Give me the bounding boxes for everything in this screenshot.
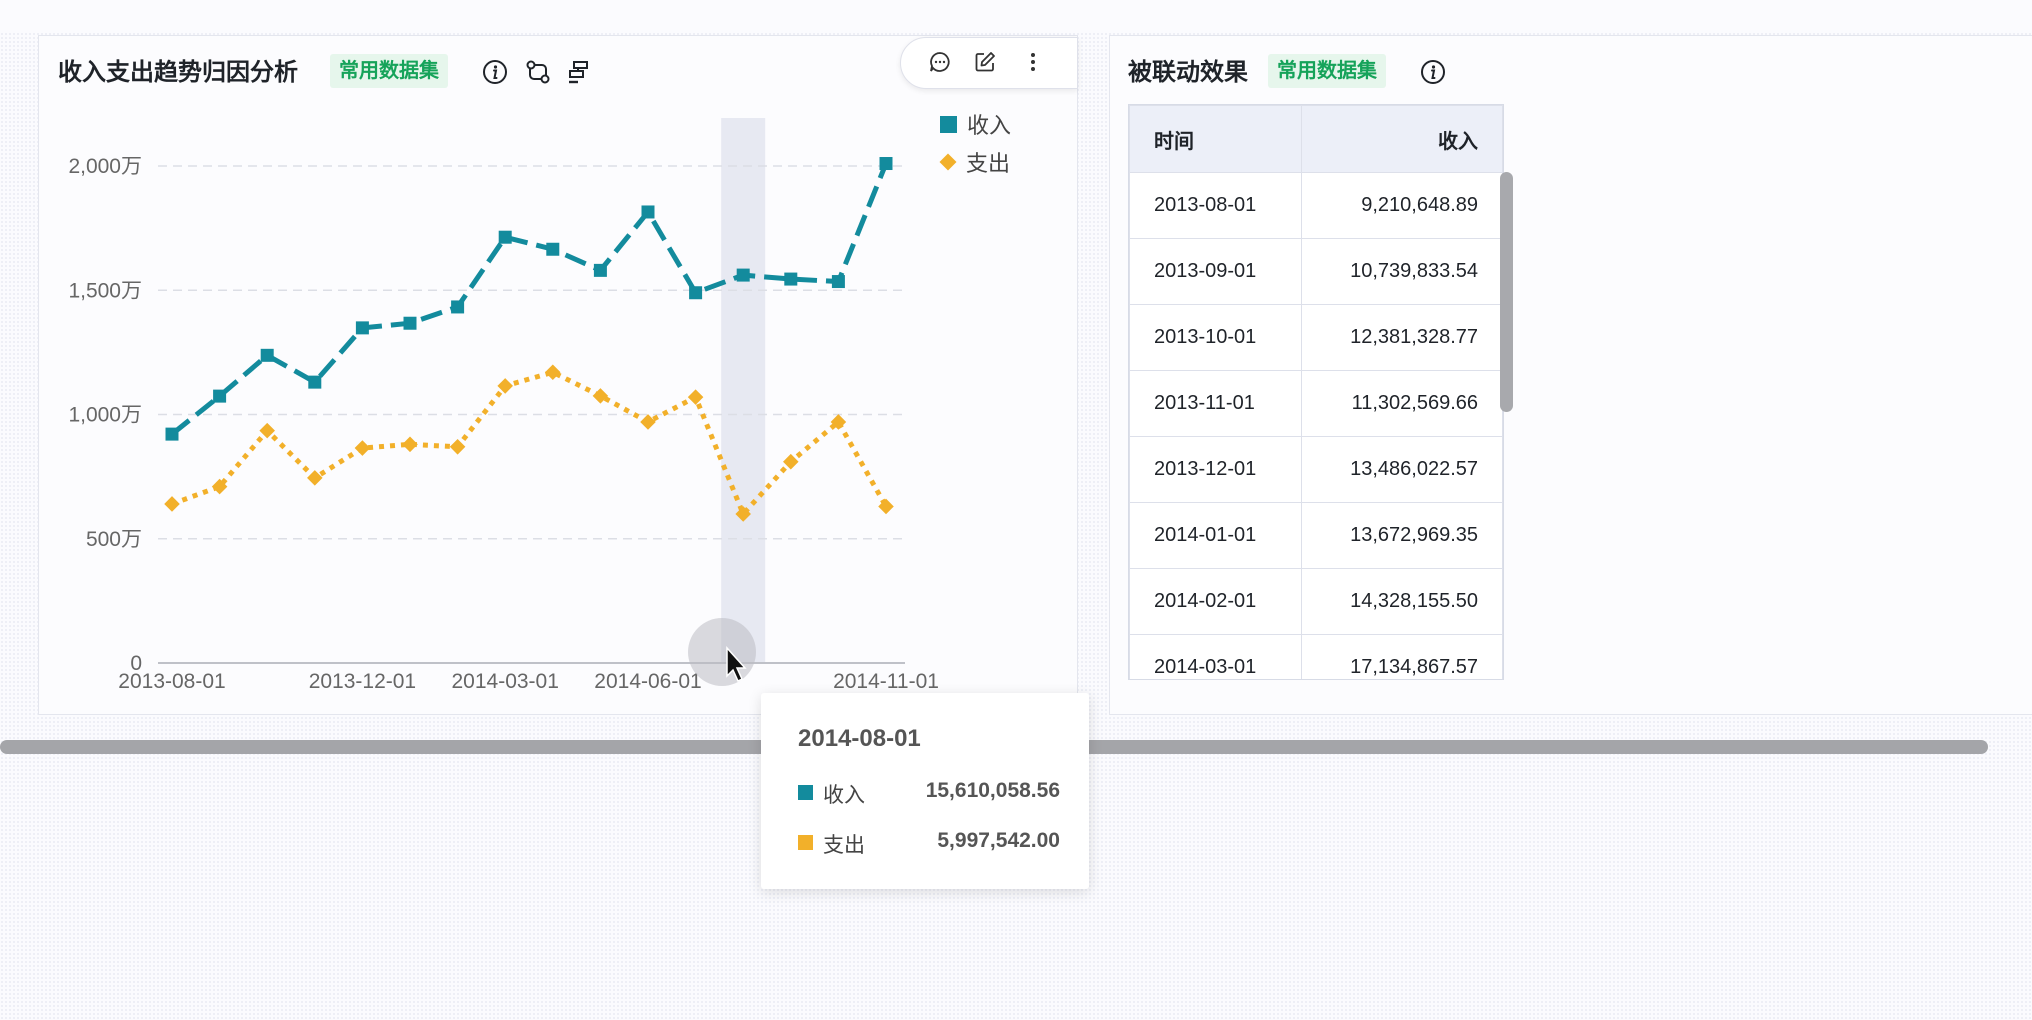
cell-time: 2014-02-01 [1129,568,1302,635]
cell-income: 10,739,833.54 [1301,238,1503,305]
table-row[interactable]: 2013-10-01 12,381,328.77 [1129,304,1503,371]
cell-income: 14,328,155.50 [1301,568,1503,635]
table-row[interactable]: 2014-03-01 17,134,867.57 [1129,634,1503,679]
table-header-row: 时间 收入 [1129,105,1503,173]
legend-label-income: 收入 [967,113,1012,138]
table-row[interactable]: 2014-01-01 13,672,969.35 [1129,502,1503,569]
legend-swatch-expense [939,153,957,171]
cell-time: 2013-08-01 [1129,172,1302,239]
column-header-time[interactable]: 时间 [1129,105,1302,173]
cell-income: 17,134,867.57 [1301,634,1503,679]
drill-icon[interactable] [564,57,594,87]
chart-card [38,35,1078,715]
comment-icon[interactable] [925,47,955,77]
cell-time: 2014-03-01 [1129,634,1302,679]
table-row[interactable]: 2013-12-01 13,486,022.57 [1129,436,1503,503]
cell-income: 13,672,969.35 [1301,502,1503,569]
tooltip-swatch-income [798,785,813,800]
cell-time: 2013-10-01 [1129,304,1302,371]
edit-icon[interactable] [970,47,1000,77]
tooltip-title: 2014-08-01 [798,725,921,752]
cell-time: 2013-11-01 [1129,370,1302,437]
legend-item-income[interactable]: 收入 [940,108,1011,140]
cell-time: 2013-12-01 [1129,436,1302,503]
cell-income: 11,302,569.66 [1301,370,1503,437]
tooltip-value-income: 15,610,058.56 [925,779,1060,802]
data-table: 时间 收入 2013-08-01 9,210,648.89 2013-09-01 1… [1128,104,1504,680]
more-icon[interactable] [1018,47,1048,77]
tooltip-label-expense: 支出 [823,834,865,857]
cell-income: 9,210,648.89 [1301,172,1503,239]
legend-item-expense[interactable]: 支出 [939,146,1011,178]
linked-dataset-tag: 常用数据集 [1268,54,1386,88]
legend-swatch-income [940,115,957,133]
legend-label-expense: 支出 [966,151,1011,176]
linked-card-title: 被联动效果 [1128,59,1248,86]
table-row[interactable]: 2013-09-01 10,739,833.54 [1129,238,1503,305]
top-strip [0,0,2032,33]
tooltip-label-income: 收入 [823,784,865,807]
tooltip-value-expense: 5,997,542.00 [937,829,1060,852]
chart-tooltip: 2014-08-01 收入 15,610,058.56 支出 5,997,542… [761,693,1089,889]
cell-income: 13,486,022.57 [1301,436,1503,503]
info-icon[interactable] [480,57,510,87]
table-row[interactable]: 2014-02-01 14,328,155.50 [1129,568,1503,635]
tooltip-row-expense: 支出 5,997,542.00 [798,827,1060,857]
cell-time: 2013-09-01 [1129,238,1302,305]
tooltip-swatch-expense [798,835,813,850]
column-header-income[interactable]: 收入 [1301,105,1503,173]
table-row[interactable]: 2013-08-01 9,210,648.89 [1129,172,1503,239]
chart-card-title: 收入支出趋势归因分析 [58,59,298,86]
dataset-tag: 常用数据集 [330,54,448,88]
cell-income: 12,381,328.77 [1301,304,1503,371]
cell-time: 2014-01-01 [1129,502,1302,569]
table-vertical-scrollbar[interactable] [1500,172,1513,412]
tooltip-row-income: 收入 15,610,058.56 [798,777,1060,807]
linkage-icon[interactable] [523,57,553,87]
info-icon[interactable] [1418,57,1448,87]
table-row[interactable]: 2013-11-01 11,302,569.66 [1129,370,1503,437]
